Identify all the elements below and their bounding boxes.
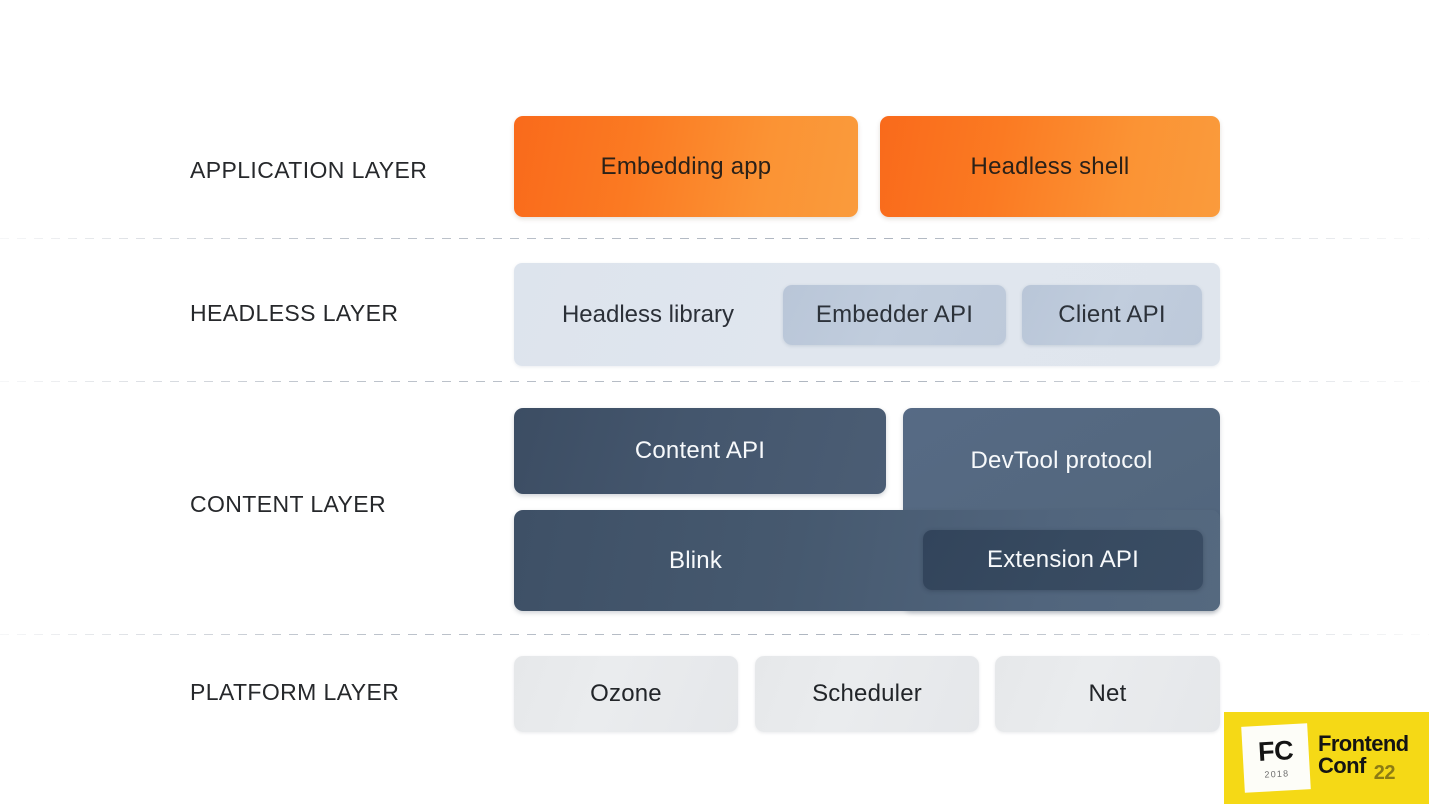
- box-headless-shell[interactable]: Headless shell: [880, 116, 1220, 217]
- box-ozone-label: Ozone: [590, 680, 662, 707]
- box-embedder-api-label: Embedder API: [815, 301, 974, 328]
- box-devtool-protocol-label: DevTool protocol: [970, 447, 1153, 474]
- box-extension-api[interactable]: Extension API: [923, 530, 1203, 590]
- headless-library-label: Headless library: [561, 300, 735, 328]
- box-embedding-app[interactable]: Embedding app: [514, 116, 858, 217]
- layer-divider-content-platform: [0, 634, 1429, 635]
- layer-label-headless: HEADLESS LAYER: [190, 300, 399, 326]
- logo-edition-year: 22: [1373, 762, 1396, 785]
- box-content-api-label: Content API: [634, 437, 766, 464]
- box-scheduler[interactable]: Scheduler: [755, 656, 979, 732]
- box-client-api[interactable]: Client API: [1022, 285, 1202, 345]
- logo-word-frontend: Frontend: [1318, 731, 1409, 756]
- box-content-api[interactable]: Content API: [514, 408, 886, 494]
- box-extension-api-label: Extension API: [986, 546, 1140, 573]
- layer-label-platform: PLATFORM LAYER: [190, 679, 400, 705]
- logo-founded-year: 2018: [1264, 767, 1290, 780]
- logo-wordmark: Frontend Conf 22: [1318, 731, 1409, 784]
- box-ozone[interactable]: Ozone: [514, 656, 738, 732]
- box-blink-label: Blink: [669, 546, 723, 574]
- frontend-conf-logo: FC 2018 Frontend Conf 22: [1224, 712, 1429, 804]
- box-scheduler-label: Scheduler: [812, 680, 922, 707]
- box-net-label: Net: [1088, 680, 1127, 707]
- box-client-api-label: Client API: [1058, 301, 1166, 328]
- logo-monogram-square: FC 2018: [1241, 723, 1311, 793]
- logo-conf-row: Conf 22: [1318, 753, 1409, 783]
- logo-word-conf: Conf: [1318, 753, 1366, 779]
- box-net[interactable]: Net: [995, 656, 1220, 732]
- box-embedder-api[interactable]: Embedder API: [783, 285, 1006, 345]
- layer-label-application: APPLICATION LAYER: [190, 157, 428, 183]
- logo-monogram-text: FC: [1257, 734, 1294, 767]
- architecture-diagram: APPLICATION LAYER HEADLESS LAYER CONTENT…: [0, 0, 1429, 804]
- layer-label-content: CONTENT LAYER: [190, 491, 387, 517]
- box-headless-shell-label: Headless shell: [970, 152, 1130, 180]
- layer-divider-headless-content: [0, 381, 1429, 382]
- layer-divider-application-headless: [0, 238, 1429, 239]
- box-embedding-app-label: Embedding app: [600, 152, 772, 180]
